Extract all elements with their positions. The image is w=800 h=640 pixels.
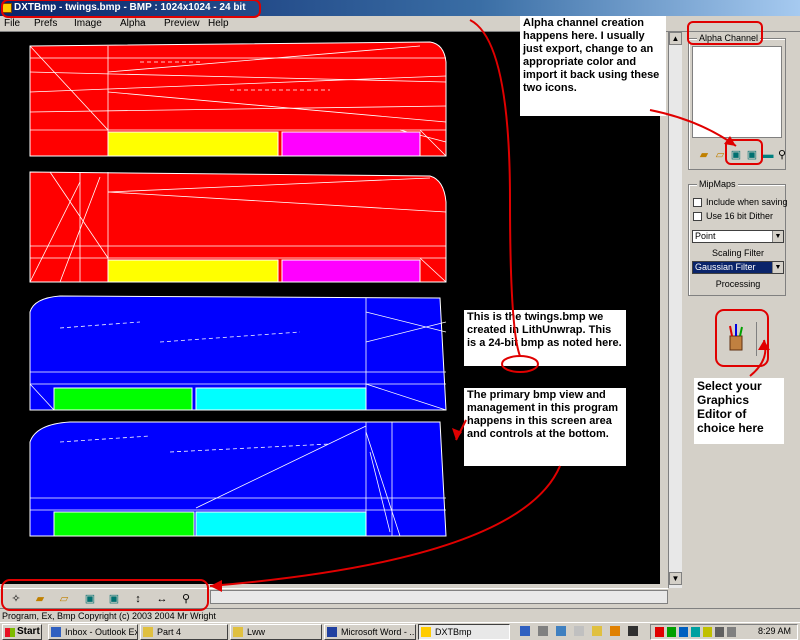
- filter-select-value: Point: [695, 231, 716, 241]
- tray-app-icon[interactable]: [520, 626, 530, 636]
- start-button[interactable]: Start: [2, 624, 42, 640]
- scaling-filter-select[interactable]: Gaussian Filter ▼: [692, 261, 784, 274]
- scroll-up-arrow-icon[interactable]: ▲: [669, 32, 682, 45]
- tray-app-icon[interactable]: [610, 626, 620, 636]
- tray-icon[interactable]: [679, 627, 688, 637]
- task-part4[interactable]: Part 4: [140, 624, 228, 640]
- menu-help[interactable]: Help: [208, 18, 229, 29]
- menu-prefs[interactable]: Prefs: [34, 18, 57, 29]
- dxtbmp-window: DXTBmp - twings.bmp - BMP : 1024x1024 - …: [0, 0, 800, 640]
- tray-icon[interactable]: [691, 627, 700, 637]
- filter-select[interactable]: Point ▼: [692, 230, 784, 243]
- network-icon[interactable]: [727, 627, 736, 637]
- tray-app-icon[interactable]: [592, 626, 602, 636]
- start-label: Start: [17, 626, 40, 637]
- mipmaps-title: MipMaps: [697, 179, 738, 189]
- folder-open-icon[interactable]: ▰: [696, 148, 712, 162]
- flip-vertical-icon[interactable]: ↕: [130, 592, 146, 606]
- tray-icon[interactable]: [703, 627, 712, 637]
- paint-brushes-icon: [729, 324, 743, 351]
- scaling-filter-value: Gaussian Filter: [695, 262, 756, 272]
- dither-checkbox[interactable]: [693, 212, 702, 221]
- tray-icon[interactable]: [655, 627, 664, 637]
- separator: [756, 322, 757, 356]
- task-label: Inbox - Outlook Ex...: [65, 627, 138, 637]
- tray-icon[interactable]: [667, 627, 676, 637]
- image-export-icon[interactable]: ▣: [82, 592, 98, 606]
- chevron-down-icon[interactable]: ▼: [772, 231, 783, 242]
- menu-alpha[interactable]: Alpha: [120, 18, 146, 29]
- menu-file[interactable]: File: [4, 18, 20, 29]
- tray-app-icon[interactable]: [628, 626, 638, 636]
- menu-image[interactable]: Image: [74, 18, 102, 29]
- graphics-editor-button[interactable]: [726, 322, 746, 354]
- dxtbmp-icon: [421, 627, 431, 637]
- image-import-icon[interactable]: ▣: [106, 592, 122, 606]
- graphics-editor-note: Select your Graphics Editor of choice he…: [694, 378, 784, 444]
- folder-arrow-icon[interactable]: ▱: [712, 148, 728, 162]
- title-bar: DXTBmp - twings.bmp - BMP : 1024x1024 - …: [0, 0, 800, 16]
- scroll-down-arrow-icon[interactable]: ▼: [669, 572, 682, 585]
- tray-app-icon[interactable]: [556, 626, 566, 636]
- clock: 8:29 AM: [757, 626, 791, 636]
- uv-island-blue-2: [29, 421, 447, 537]
- task-word[interactable]: Microsoft Word - ...: [324, 624, 416, 640]
- system-tray: 8:29 AM: [650, 624, 798, 640]
- include-when-saving-checkbox[interactable]: [693, 198, 702, 207]
- task-label: Microsoft Word - ...: [341, 627, 416, 637]
- status-text: Program, Ex, Bmp Copyright (c) 2003 2004…: [2, 611, 216, 621]
- task-label: DXTBmp: [435, 627, 472, 637]
- alpha-preview: [692, 46, 782, 138]
- include-when-saving-label: Include when saving: [706, 197, 788, 207]
- tray-app-icon[interactable]: [574, 626, 584, 636]
- taskbar: Start Inbox - Outlook Ex... Part 4 Lww M…: [0, 622, 800, 640]
- word-icon: [327, 627, 337, 637]
- processing-label: Processing: [715, 279, 761, 289]
- dither-label: Use 16 bit Dither: [706, 211, 774, 221]
- zoom-icon[interactable]: ⚲: [178, 592, 194, 606]
- task-label: Lww: [247, 627, 266, 637]
- task-dxtbmp[interactable]: DXTBmp: [418, 624, 510, 640]
- uv-island-blue-1: [29, 295, 447, 411]
- chevron-down-icon[interactable]: ▼: [772, 262, 783, 273]
- status-bar: Program, Ex, Bmp Copyright (c) 2003 2004…: [0, 608, 800, 622]
- alpha-channel-title: Alpha Channel: [697, 33, 761, 43]
- tray-app-icon[interactable]: [538, 626, 548, 636]
- uv-island-red-2: [29, 171, 447, 283]
- menu-bar: File Prefs Image Alpha Preview Help: [0, 16, 800, 32]
- folder-icon[interactable]: ▱: [56, 592, 72, 606]
- quick-launch-icons: [520, 626, 648, 638]
- windows-logo-icon: [5, 628, 15, 637]
- import-image-icon[interactable]: ▣: [744, 148, 760, 162]
- menu-preview[interactable]: Preview: [164, 18, 200, 29]
- window-title: DXTBmp - twings.bmp - BMP : 1024x1024 - …: [14, 2, 246, 13]
- outlook-icon: [51, 627, 61, 637]
- folder-icon: [143, 627, 153, 637]
- task-lww[interactable]: Lww: [230, 624, 322, 640]
- export-image-icon[interactable]: ▣: [728, 148, 744, 162]
- task-outlook[interactable]: Inbox - Outlook Ex...: [48, 624, 138, 640]
- open-file-icon[interactable]: ▰: [32, 592, 48, 606]
- alpha-channel-note: Alpha channel creation happens here. I u…: [520, 16, 666, 116]
- folder-icon: [233, 627, 243, 637]
- bmp-view-note: The primary bmp view and management in t…: [464, 388, 626, 466]
- task-label: Part 4: [157, 627, 182, 637]
- vertical-scrollbar[interactable]: ▲ ▼: [668, 32, 682, 588]
- scaling-filter-label: Scaling Filter: [711, 248, 765, 258]
- app-icon: [2, 3, 12, 13]
- magnifier-icon[interactable]: ⚲: [774, 148, 790, 162]
- wand-icon[interactable]: ✧: [8, 592, 24, 606]
- uv-island-red-1: [29, 41, 447, 157]
- bmp-note: This is the twings.bmp we created in Lit…: [464, 310, 626, 366]
- flip-horizontal-icon[interactable]: ↔: [154, 592, 170, 606]
- volume-icon[interactable]: [715, 627, 724, 637]
- horizontal-scrollbar[interactable]: [210, 590, 668, 604]
